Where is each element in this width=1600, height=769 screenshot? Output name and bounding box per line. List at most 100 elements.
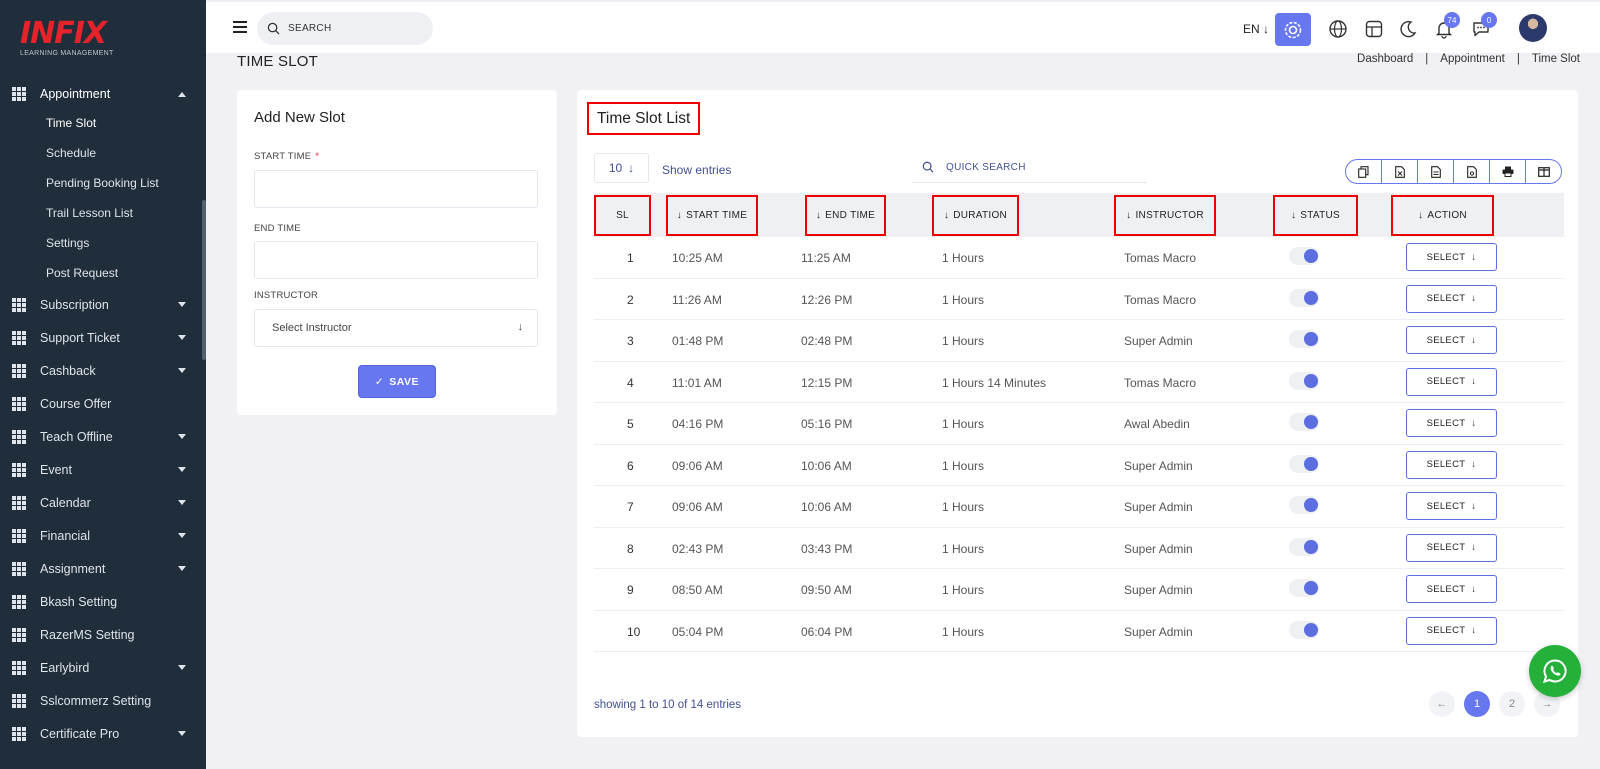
settings-button[interactable] [1275, 13, 1311, 46]
column-sl[interactable]: SL [594, 195, 651, 236]
pdf-button[interactable] [1453, 160, 1489, 183]
page-1-button[interactable]: 1 [1464, 691, 1490, 717]
sidebar-item[interactable]: RazerMS Setting [0, 618, 206, 651]
column-status[interactable]: ↓ STATUS [1273, 195, 1358, 236]
start-time-field[interactable] [254, 170, 538, 208]
end-time-field[interactable] [254, 241, 538, 279]
status-toggle[interactable] [1289, 371, 1319, 390]
breadcrumb-dashboard[interactable]: Dashboard [1357, 53, 1413, 65]
column-duration[interactable]: ↓ DURATION [932, 195, 1019, 236]
quick-search-input[interactable] [946, 161, 1126, 173]
select-button-label: SELECT [1426, 417, 1466, 429]
action-select-button[interactable]: SELECT ↓ [1406, 326, 1497, 354]
cell-sl: 8 [627, 541, 634, 556]
column-start-time[interactable]: ↓ START TIME [666, 195, 758, 236]
table-row: 9 08:50 AM 09:50 AM 1 Hours Super Admin SELEC… [594, 569, 1564, 611]
csv-button[interactable] [1417, 160, 1453, 183]
sidebar-item[interactable]: Teach Offline [0, 420, 206, 453]
sidebar-item[interactable]: Event [0, 453, 206, 486]
cell-instructor: Awal Abedin [1124, 417, 1190, 431]
action-select-button[interactable]: SELECT ↓ [1406, 616, 1497, 645]
submenu-item[interactable]: Post Request [0, 258, 206, 288]
sidebar-item[interactable]: Subscription [0, 288, 206, 321]
action-select-button[interactable]: SELECT ↓ [1406, 409, 1497, 437]
toggle-knob [1304, 498, 1318, 512]
whatsapp-button[interactable] [1529, 645, 1581, 697]
sidebar-item-appointment[interactable]: Appointment [0, 80, 206, 108]
action-select-button[interactable]: SELECT ↓ [1406, 492, 1497, 520]
breadcrumb-appointment[interactable]: Appointment [1440, 53, 1505, 65]
sidebar-item[interactable]: Earlybird [0, 651, 206, 684]
column-end-time[interactable]: ↓ END TIME [805, 195, 886, 236]
submenu-item[interactable]: Trail Lesson List [0, 198, 206, 228]
page-2-button[interactable]: 2 [1499, 691, 1525, 717]
notification-button[interactable]: 74 [1434, 12, 1460, 39]
message-button[interactable]: 0 [1471, 12, 1497, 39]
sidebar-item[interactable]: Financial [0, 519, 206, 552]
entries-select[interactable]: 10 ↓ [594, 153, 649, 183]
status-toggle[interactable] [1289, 247, 1319, 265]
select-button-label: SELECT [1426, 500, 1466, 512]
status-toggle[interactable] [1289, 413, 1319, 431]
logo[interactable]: INFIX LEARNING MANAGEMENT [20, 18, 114, 58]
cell-instructor: Super Admin [1124, 541, 1193, 556]
required-mark: * [315, 151, 320, 162]
moon-icon[interactable] [1398, 19, 1418, 39]
avatar[interactable] [1519, 14, 1547, 42]
table-row: 10 05:04 PM 06:04 PM 1 Hours Super Admin SELE… [594, 611, 1564, 652]
sidebar-item[interactable]: Sslcommerz Setting [0, 684, 206, 717]
arrow-down-icon: ↓ [1126, 210, 1132, 221]
action-select-button[interactable]: SELECT ↓ [1406, 243, 1497, 271]
select-button-label: SELECT [1426, 583, 1466, 595]
language-selector[interactable]: EN ↓ [1243, 22, 1269, 36]
action-select-button[interactable]: SELECT ↓ [1406, 284, 1497, 313]
layout-icon[interactable] [1364, 19, 1384, 39]
sidebar-item[interactable]: Cashback [0, 354, 206, 387]
submenu-item[interactable]: Time Slot [0, 108, 206, 138]
toggle-knob [1304, 373, 1318, 388]
action-select-button[interactable]: SELECT ↓ [1406, 450, 1497, 479]
status-toggle[interactable] [1289, 537, 1319, 556]
submenu-item[interactable]: Pending Booking List [0, 168, 206, 198]
copy-button[interactable] [1346, 160, 1381, 183]
column-action[interactable]: ↓ ACTION [1391, 195, 1494, 236]
globe-icon[interactable] [1328, 19, 1348, 39]
arrow-down-icon: ↓ [1471, 542, 1477, 553]
sidebar-item[interactable]: Assignment [0, 552, 206, 585]
action-select-button[interactable]: SELECT ↓ [1406, 533, 1497, 562]
status-toggle[interactable] [1289, 454, 1319, 473]
column-label: SL [616, 210, 629, 221]
column-label: END TIME [825, 210, 876, 221]
menu-toggle-icon[interactable] [233, 21, 247, 33]
chevron-down-icon [178, 368, 186, 373]
cell-instructor: Super Admin [1124, 583, 1193, 597]
columns-button[interactable] [1525, 160, 1561, 183]
status-toggle[interactable] [1289, 579, 1319, 597]
submenu-item[interactable]: Schedule [0, 138, 206, 168]
print-button[interactable] [1489, 160, 1525, 183]
cell-start-time: 11:26 AM [672, 292, 722, 307]
sidebar-item[interactable]: Support Ticket [0, 321, 206, 354]
save-button[interactable]: ✓ SAVE [358, 365, 436, 398]
sidebar-item[interactable]: Certificate Pro [0, 717, 206, 750]
column-label: ACTION [1427, 210, 1467, 221]
prev-page-button[interactable]: ← [1429, 691, 1455, 717]
column-instructor[interactable]: ↓ INSTRUCTOR [1114, 195, 1216, 236]
status-toggle[interactable] [1289, 288, 1319, 307]
cell-sl: 4 [627, 375, 634, 390]
status-toggle[interactable] [1289, 496, 1319, 514]
instructor-select[interactable]: Select Instructor ↓ [254, 309, 538, 347]
submenu-item[interactable]: Settings [0, 228, 206, 258]
action-select-button[interactable]: SELECT ↓ [1406, 367, 1497, 396]
sidebar-item[interactable]: Calendar [0, 486, 206, 519]
sidebar-item[interactable]: Bkash Setting [0, 585, 206, 618]
excel-button[interactable] [1381, 160, 1417, 183]
search-box[interactable] [257, 12, 433, 45]
status-toggle[interactable] [1289, 620, 1319, 639]
search-input[interactable] [288, 23, 428, 34]
sidebar-item[interactable]: Course Offer [0, 387, 206, 420]
status-toggle[interactable] [1289, 330, 1319, 348]
action-select-button[interactable]: SELECT ↓ [1406, 575, 1497, 603]
quick-search-box[interactable] [912, 152, 1147, 183]
cell-end-time: 09:50 AM [801, 583, 852, 597]
